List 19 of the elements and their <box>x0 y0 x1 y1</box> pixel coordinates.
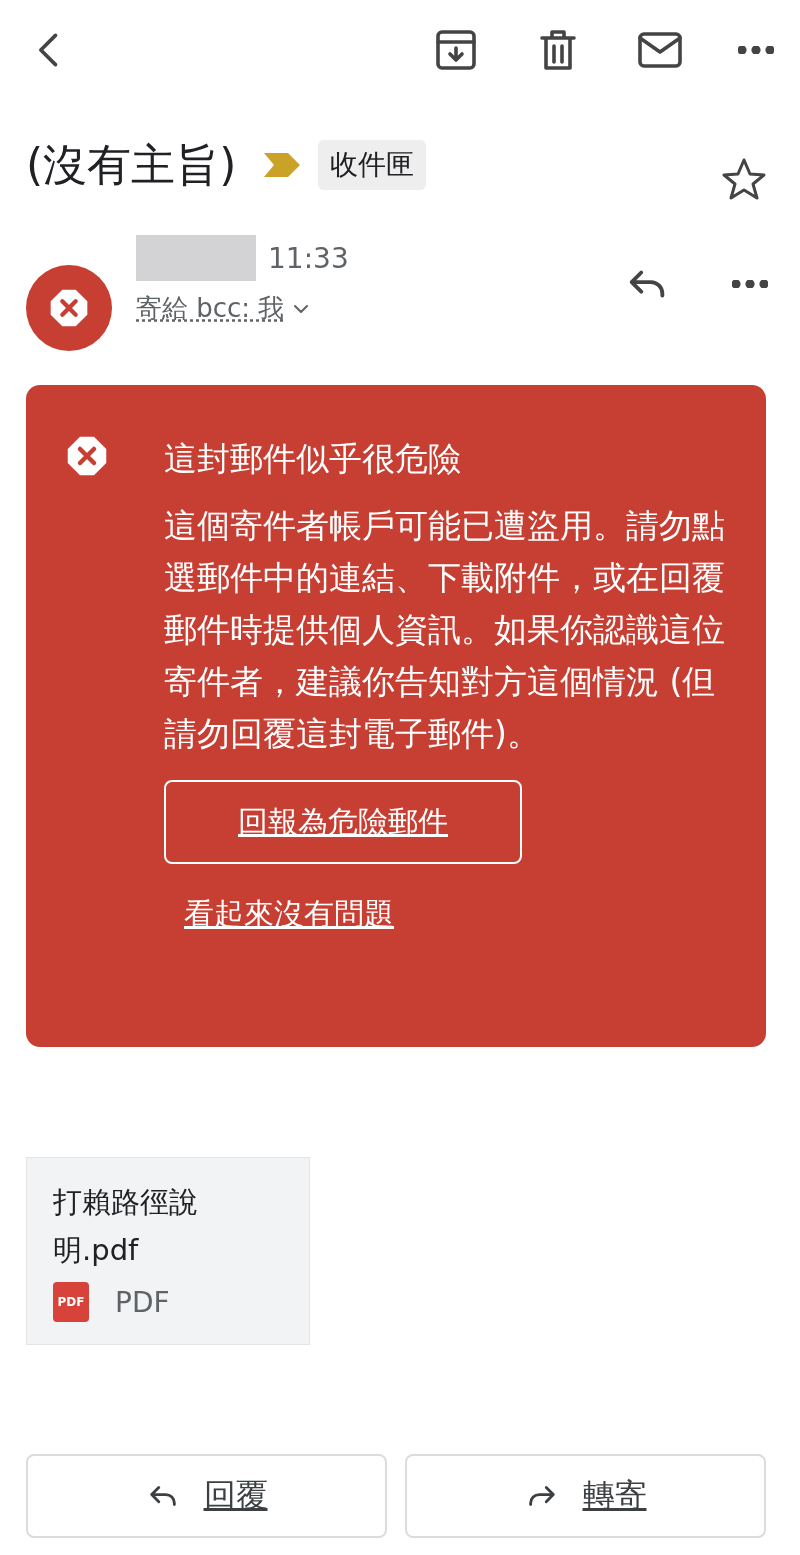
chevron-down-icon <box>294 304 309 313</box>
looks-safe-link[interactable]: 看起來沒有問題 <box>184 894 394 935</box>
more-icon <box>732 280 768 288</box>
attachment-name: 打賴路徑說明.pdf <box>53 1184 199 1269</box>
forward-button[interactable]: 轉寄 <box>405 1454 766 1538</box>
warning-title: 這封郵件似乎很危險 <box>164 438 462 480</box>
more-icon <box>738 46 774 54</box>
danger-icon <box>66 435 108 477</box>
subject-title: (沒有主旨) <box>26 137 237 192</box>
warning-text: 這個寄件者帳戶可能已遭盜用。請勿點選郵件中的連結、下載附件，或在回覆郵件時提供個人資訊。如果你認識這位寄件者，建議你告知對方這個情況 (但請勿回覆這封電子郵件)。 <box>164 505 726 755</box>
report-button[interactable]: 回報為危險郵件 <box>164 780 522 864</box>
pdf-icon: PDF <box>53 1282 89 1322</box>
danger-icon <box>49 288 89 328</box>
attachment-type: PDF <box>115 1285 170 1319</box>
attachment-card[interactable]: 打賴路徑說明.pdf PDF PDF <box>26 1157 310 1345</box>
recipients-link[interactable]: 寄給 bcc: 我 <box>136 291 618 326</box>
label-tag[interactable]: 收件匣 <box>318 140 427 190</box>
message-time: 11:33 <box>268 241 349 275</box>
reply-button[interactable]: 回覆 <box>26 1454 387 1538</box>
